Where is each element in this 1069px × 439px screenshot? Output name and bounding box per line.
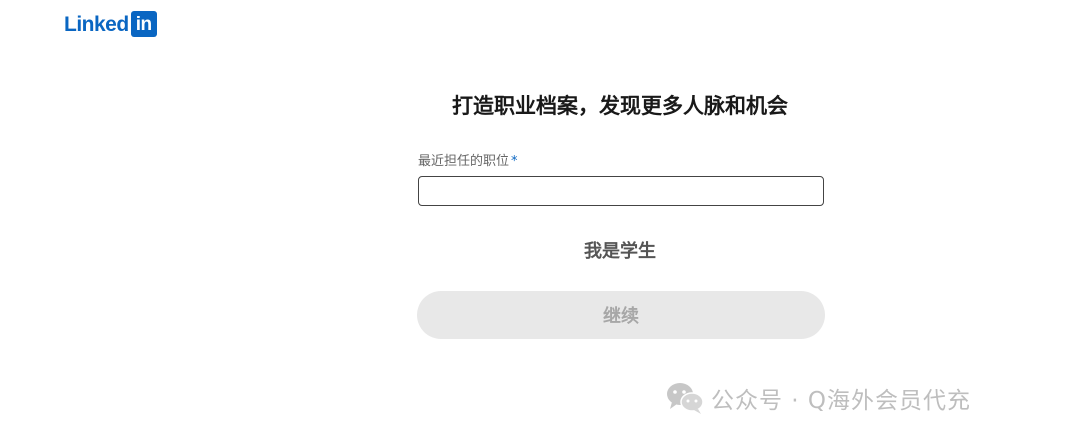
position-field-label: 最近担任的职位 * xyxy=(418,152,824,172)
page-title: 打造职业档案，发现更多人脉和机会 xyxy=(452,94,788,118)
recent-position-input[interactable] xyxy=(418,176,824,206)
wechat-icon xyxy=(667,383,704,414)
logo-wordmark: Linked xyxy=(64,12,129,36)
profile-form: 最近担任的职位 * xyxy=(418,152,824,206)
wechat-watermark: 公众号 · Q海外会员代充 xyxy=(665,378,971,418)
continue-button[interactable]: 继续 xyxy=(417,291,825,339)
logo-in-box: in xyxy=(130,11,157,37)
watermark-text: 公众号 · Q海外会员代充 xyxy=(711,388,972,414)
position-label-text: 最近担任的职位 xyxy=(418,154,510,169)
i-am-student-button[interactable]: 我是学生 xyxy=(0,238,1069,266)
linkedin-logo[interactable]: Linked in xyxy=(64,10,157,38)
required-asterisk: * xyxy=(511,154,518,169)
